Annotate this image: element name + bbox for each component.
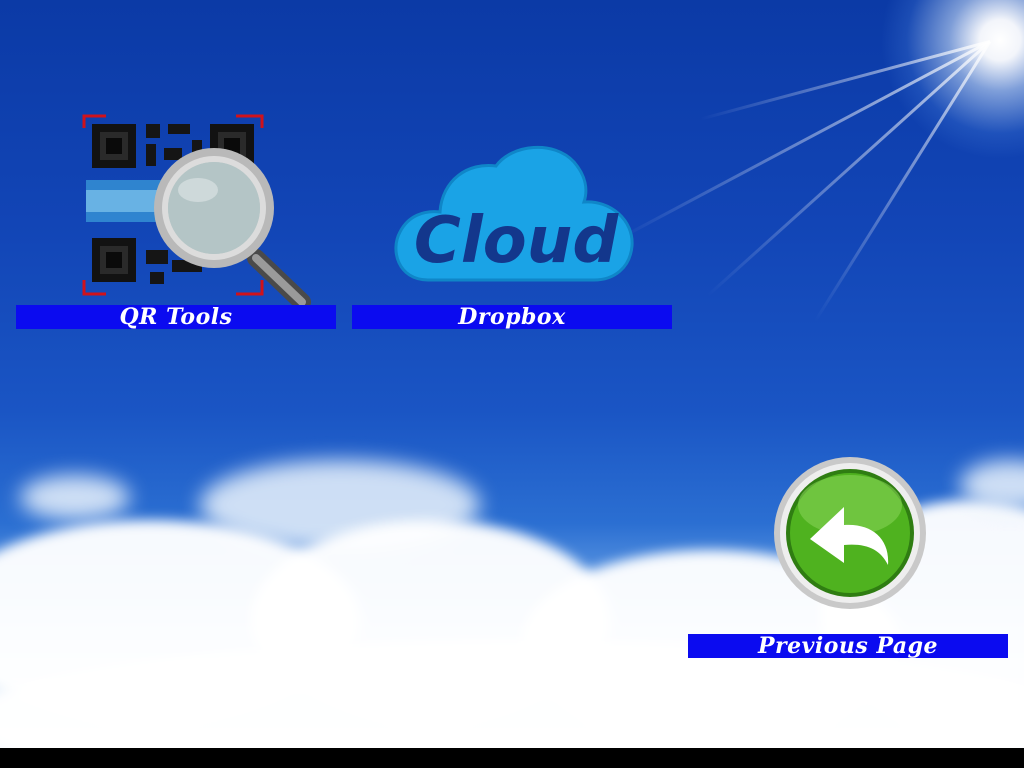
cloud [20,475,130,520]
back-arrow-icon [774,457,926,609]
qr-search-icon [82,114,311,310]
cloud-icon: Cloud [394,146,634,282]
previous-page-label: Previous Page [688,634,1008,658]
app-dropbox[interactable]: Cloud Dropbox [352,110,672,330]
app-label-qr-tools: QR Tools [16,305,336,329]
app-qr-tools[interactable]: QR Tools [16,110,336,330]
previous-page-button[interactable]: Previous Page [688,455,1008,660]
home-screen-background: QR Tools Cloud Dropbox Previous Page [0,0,1024,748]
cloud-icon-text: Cloud [414,204,619,278]
bottom-black-bar [0,748,1024,768]
app-label-dropbox: Dropbox [352,305,672,329]
sun-glow [880,0,1024,160]
